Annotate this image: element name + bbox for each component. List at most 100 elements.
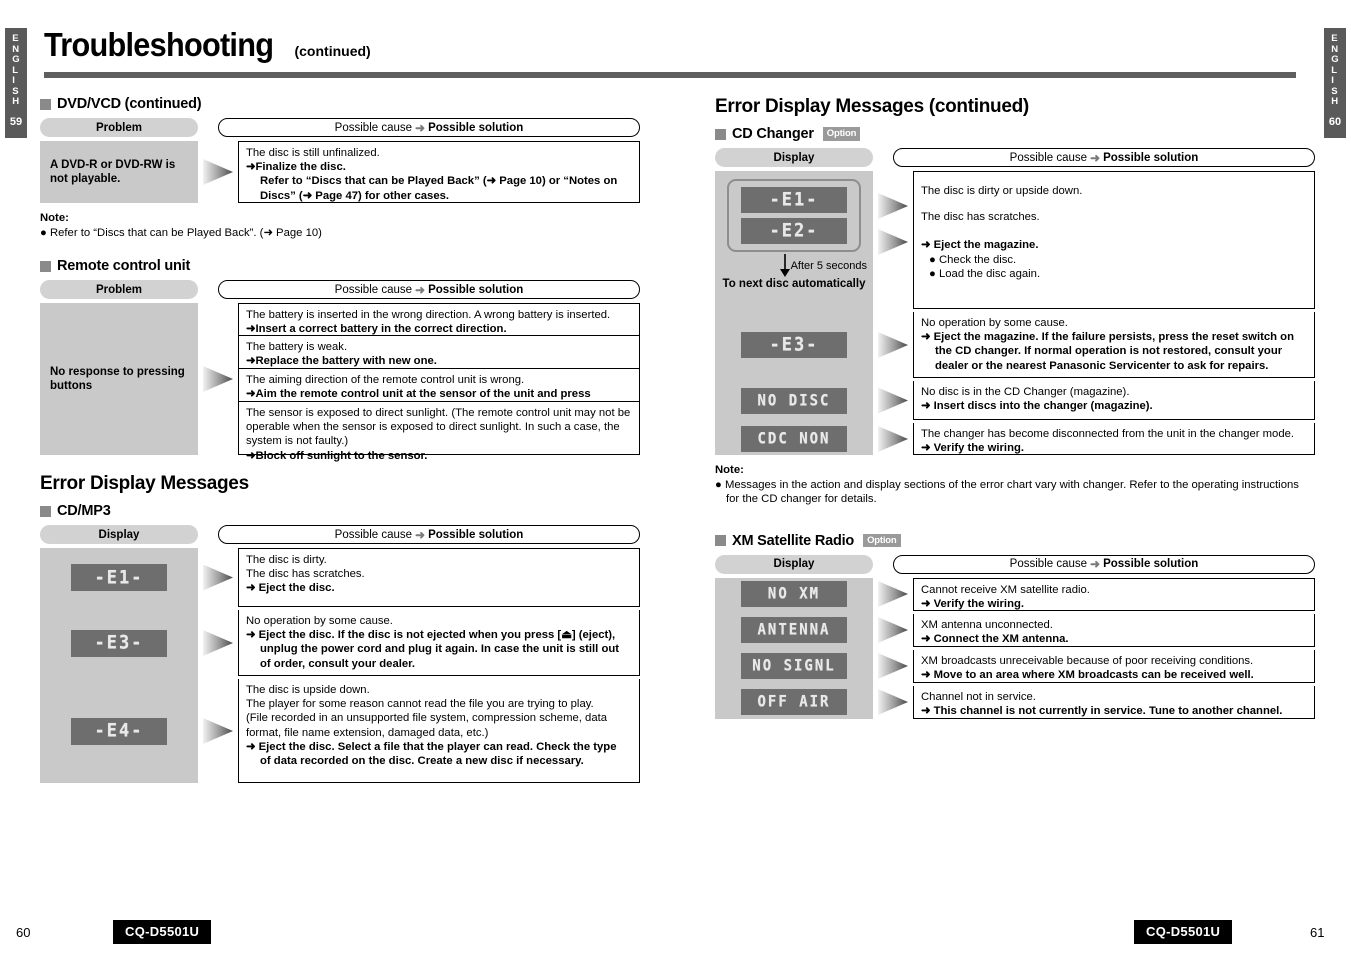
- xm-cause-1: XM antenna unconnected.: [921, 618, 1053, 631]
- page-title-sub: (continued): [294, 43, 371, 59]
- section-heading-remote-label: Remote control unit: [57, 258, 191, 274]
- after-seconds-row: After 5 seconds: [715, 254, 873, 278]
- cd-mp3-arrow-column: [198, 548, 238, 783]
- dvd-vcd-solution-box: The disc is still unfinalized. ➜Finalize…: [238, 141, 640, 203]
- cause-solution-column-label: Possible cause ➜ Possible solution: [218, 525, 640, 544]
- display-column-label: Display: [715, 554, 873, 574]
- dvd-vcd-problem-cell: A DVD-R or DVD-RW is not playable.: [40, 141, 198, 203]
- table-row: XM antenna unconnected. ➜ Connect the XM…: [913, 613, 1315, 647]
- triangle-arrow-icon: [203, 159, 233, 185]
- dvd-vcd-note: Note: ● Refer to “Discs that can be Play…: [40, 211, 640, 240]
- lcd-display: -E1-: [71, 564, 167, 591]
- cd-mp3-cause-1: No operation by some cause.: [246, 615, 393, 627]
- cd-mp3-cause-2c: (File recorded in an unsupported file sy…: [246, 712, 608, 739]
- triangle-arrow-icon: [203, 564, 233, 591]
- table-row: No operation by some cause. ➜ Eject the …: [238, 610, 640, 676]
- cause-solution-column-label: Possible cause ➜ Possible solution: [893, 554, 1315, 574]
- triangle-arrow-icon: [203, 718, 233, 744]
- section-heading-cd-mp3: CD/MP3: [40, 503, 640, 519]
- table-row: Channel not in service. ➜ This channel i…: [913, 685, 1315, 719]
- triangle-arrow-icon: [878, 689, 908, 715]
- square-bullet-icon: [40, 98, 51, 110]
- lcd-display: NO SIGNL: [741, 653, 847, 679]
- cd-changer-action-2: ➜ Verify the wiring.: [921, 442, 1025, 455]
- lcd-text: NO DISC: [757, 391, 831, 410]
- xm-action-3: ➜ This channel is not currently in servi…: [921, 704, 1283, 717]
- section-heading-dvd-vcd: DVD/VCD (continued): [40, 96, 640, 112]
- xm-action-0: ➜ Verify the wiring.: [921, 597, 1025, 610]
- cd-changer-solution-column: The disc is dirty or upside down. The di…: [913, 171, 1315, 455]
- remote-cause-3: The sensor is exposed to direct sunlight…: [246, 407, 631, 448]
- language-tab-left: ENGLISH 59: [5, 28, 27, 138]
- cd-changer-cause-2: The changer has become disconnected from…: [921, 428, 1295, 440]
- cause-prefix-text: Possible cause: [1009, 151, 1088, 164]
- cd-mp3-cause-2a: The disc is upside down.: [246, 684, 370, 696]
- after-seconds-label: After 5 seconds: [790, 260, 867, 272]
- xm-cause-3: Channel not in service.: [921, 690, 1036, 703]
- lcd-display: -E2-: [741, 218, 847, 244]
- cd-changer-chart: -E1- -E2- After 5 seconds To next disc a…: [715, 171, 1315, 455]
- display-cell: NO XM: [715, 577, 873, 611]
- cd-changer-action-1: ➜ Insert discs into the changer (magazin…: [921, 400, 1153, 413]
- xm-cause-0: Cannot receive XM satellite radio.: [921, 583, 1090, 596]
- remote-chart: No response to pressing buttons The batt…: [40, 303, 640, 462]
- display-cell: ANTENNA: [715, 613, 873, 647]
- next-disc-label: To next disc automatically: [722, 278, 866, 290]
- cause-solution-column-label: Possible cause ➜ Possible solution: [218, 118, 640, 137]
- triangle-arrow-icon: [878, 332, 908, 358]
- cause-prefix-text: Possible cause: [334, 121, 413, 134]
- xm-radio-header-row: Display Possible cause ➜ Possible soluti…: [715, 554, 1315, 574]
- triangle-arrow-icon: [878, 426, 908, 452]
- lcd-text: CDC NON: [757, 430, 831, 448]
- model-badge-left: CQ-D5501U: [113, 920, 212, 944]
- cd-mp3-cause-0b: The disc has scratches.: [246, 568, 365, 581]
- lcd-text: -E3-: [769, 333, 819, 357]
- cause-prefix-text: Possible cause: [1009, 558, 1088, 570]
- display-cell: CDC NON: [715, 423, 873, 455]
- cause-suffix-text: Possible solution: [1103, 151, 1199, 164]
- square-bullet-icon: [715, 128, 726, 140]
- cd-changer-cause-1: No disc is in the CD Changer (magazine).: [921, 386, 1130, 398]
- cause-suffix-text: Possible solution: [428, 528, 524, 541]
- table-row: The changer has become disconnected from…: [913, 423, 1315, 455]
- triangle-arrow-icon: [203, 366, 233, 392]
- left-column: DVD/VCD (continued) Problem Possible cau…: [40, 96, 640, 783]
- xm-action-1: ➜ Connect the XM antenna.: [921, 632, 1069, 645]
- display-cell-group: -E1- -E2- After 5 seconds To next disc a…: [715, 171, 873, 309]
- right-arrow-icon: ➜: [415, 527, 426, 542]
- display-cell: NO DISC: [715, 381, 873, 420]
- right-arrow-icon: ➜: [415, 120, 426, 135]
- right-column: Error Display Messages (continued) CD Ch…: [715, 96, 1315, 719]
- lcd-text: -E1-: [769, 188, 819, 212]
- lcd-display: -E3-: [741, 332, 847, 358]
- lcd-text: -E3-: [94, 631, 144, 655]
- remote-arrow-column: [198, 303, 238, 455]
- dvd-vcd-note-label: Note:: [40, 212, 69, 224]
- footer-page-right: 61: [1310, 925, 1325, 940]
- table-row: The disc is dirty. The disc has scratche…: [238, 548, 640, 607]
- remote-cause-1: The battery is weak.: [246, 341, 348, 353]
- square-bullet-icon: [715, 535, 726, 546]
- lcd-text: NO SIGNL: [752, 657, 836, 675]
- xm-action-2: ➜ Move to an area where XM broadcasts ca…: [921, 668, 1254, 681]
- display-column-label: Display: [715, 148, 873, 167]
- dvd-vcd-header-row: Problem Possible cause ➜ Possible soluti…: [40, 118, 640, 137]
- cause-suffix-text: Possible solution: [1103, 558, 1199, 570]
- remote-header-row: Problem Possible cause ➜ Possible soluti…: [40, 280, 640, 299]
- language-tab-right-letters: ENGLISH: [1331, 33, 1339, 107]
- xm-cause-2: XM broadcasts unreceivable because of po…: [921, 654, 1254, 667]
- table-row: The battery is weak. ➜Replace the batter…: [238, 336, 640, 369]
- cause-prefix-text: Possible cause: [334, 528, 413, 541]
- lcd-text: -E1-: [94, 566, 144, 589]
- cd-changer-header-row: Display Possible cause ➜ Possible soluti…: [715, 148, 1315, 167]
- lcd-display: -E3-: [71, 629, 167, 657]
- cd-mp3-chart: -E1- -E3- -E4- The disc is dirty. The di…: [40, 548, 640, 783]
- right-arrow-icon: ➜: [1090, 557, 1101, 571]
- display-column-label: Display: [40, 525, 198, 544]
- cause-suffix-text: Possible solution: [428, 283, 524, 296]
- table-row: The disc is upside down. The player for …: [238, 679, 640, 783]
- table-row: The battery is inserted in the wrong dir…: [238, 303, 640, 336]
- lcd-display: CDC NON: [741, 426, 847, 452]
- remote-problem-text: No response to pressing buttons: [50, 366, 185, 392]
- cd-changer-arrow-column: [873, 171, 913, 455]
